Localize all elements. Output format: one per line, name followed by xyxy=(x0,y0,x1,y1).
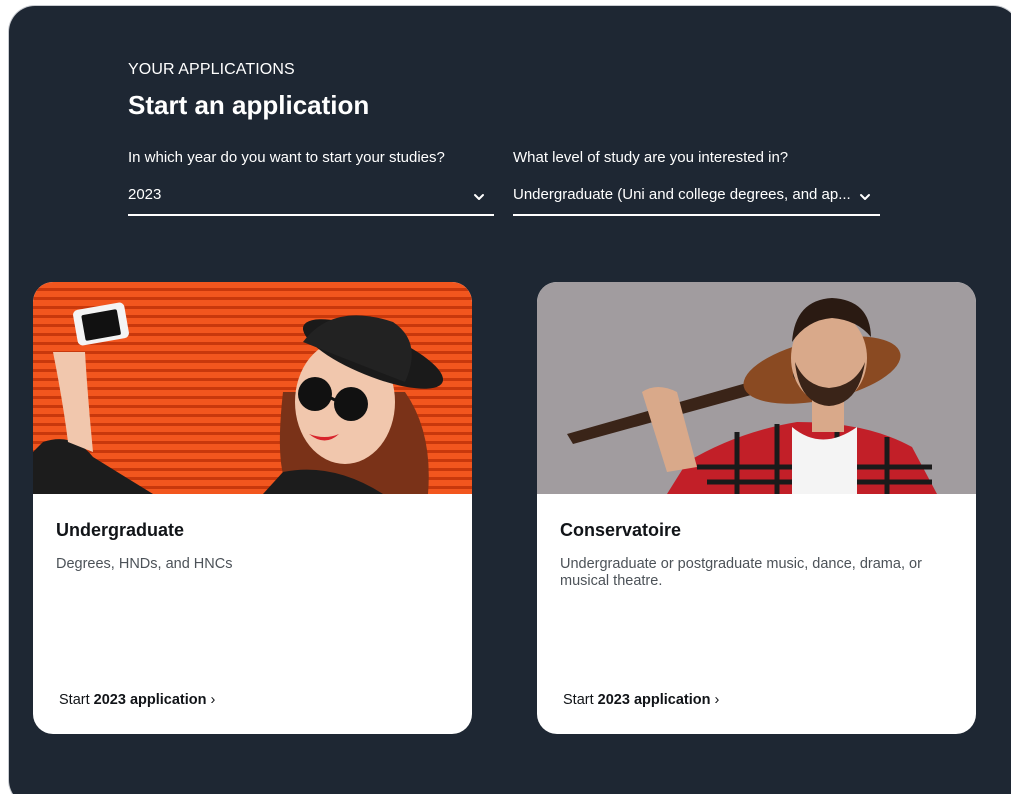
level-select-value: Undergraduate (Uni and college degrees, … xyxy=(513,186,851,203)
conservatoire-start-link[interactable]: Start 2023 application › xyxy=(563,692,719,708)
chevron-down-icon xyxy=(474,194,484,200)
undergraduate-start-link[interactable]: Start 2023 application › xyxy=(59,692,215,708)
conservatoire-photo xyxy=(537,282,976,494)
undergraduate-photo xyxy=(33,282,472,494)
undergraduate-card-title: Undergraduate xyxy=(56,520,185,540)
cta-prefix: Start xyxy=(59,692,90,708)
undergraduate-card-description: Degrees, HNDs, and HNCs xyxy=(56,556,233,572)
year-select-label: In which year do you want to start your … xyxy=(128,149,445,166)
undergraduate-card[interactable]: Undergraduate Degrees, HNDs, and HNCs St… xyxy=(33,282,472,734)
year-select[interactable]: 2023 xyxy=(128,180,494,216)
chevron-down-icon xyxy=(860,194,870,200)
applications-panel: YOUR APPLICATIONS Start an application I… xyxy=(9,6,1011,794)
page-title: Start an application xyxy=(128,90,370,120)
chevron-right-icon: › xyxy=(714,692,720,708)
cta-prefix: Start xyxy=(563,692,594,708)
section-eyebrow: YOUR APPLICATIONS xyxy=(128,61,295,78)
cta-bold: 2023 application xyxy=(93,692,207,708)
level-select-label: What level of study are you interested i… xyxy=(513,149,789,166)
year-select-value: 2023 xyxy=(128,186,162,203)
cta-bold: 2023 application xyxy=(597,692,711,708)
chevron-right-icon: › xyxy=(210,692,216,708)
conservatoire-card-description: Undergraduate or postgraduate music, dan… xyxy=(560,556,922,589)
conservatoire-card-title: Conservatoire xyxy=(560,520,682,540)
level-select[interactable]: Undergraduate (Uni and college degrees, … xyxy=(513,180,880,216)
conservatoire-card[interactable]: Conservatoire Undergraduate or postgradu… xyxy=(537,282,976,734)
